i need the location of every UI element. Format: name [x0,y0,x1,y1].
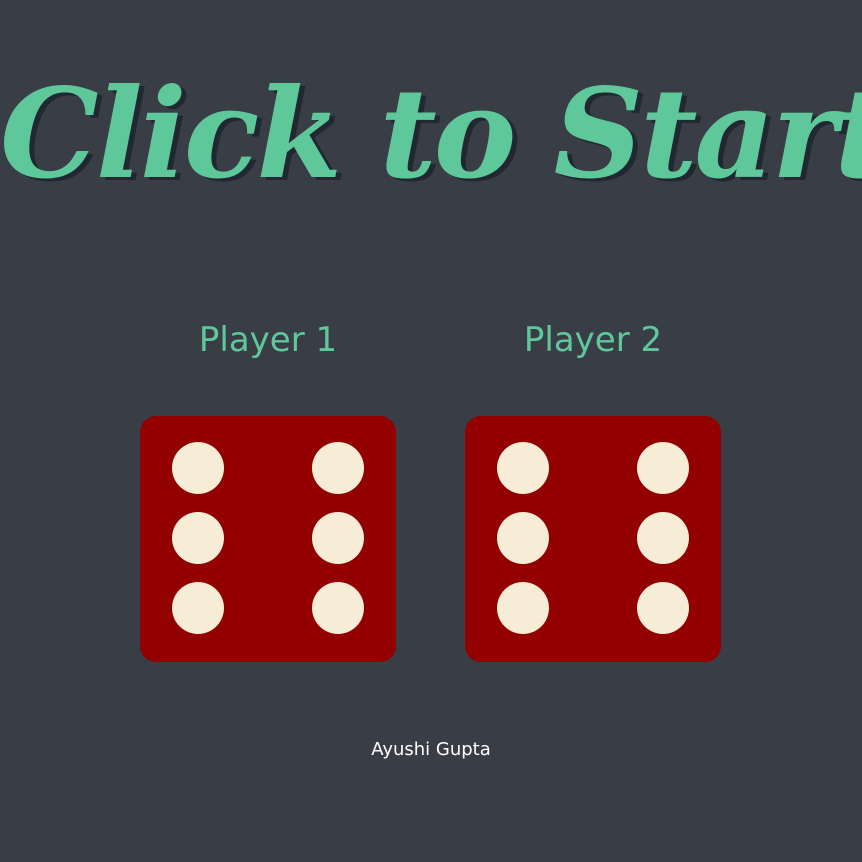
author-credit: Ayushi Gupta [371,739,491,760]
die-pip [172,512,224,564]
start-title[interactable]: Click to Start [0,60,862,210]
die-pip [312,442,364,494]
die-pip [312,582,364,634]
die-pip [637,442,689,494]
die-pip [637,512,689,564]
die-pip [637,582,689,634]
player-1-label: Player 1 [198,320,338,360]
die-pip [497,582,549,634]
die-pip [497,512,549,564]
die-pip [172,582,224,634]
player-2-die [465,416,721,662]
die-pip [497,442,549,494]
player-2-label: Player 2 [523,320,663,360]
die-pip [312,512,364,564]
player-1-die [140,416,396,662]
die-pip [172,442,224,494]
